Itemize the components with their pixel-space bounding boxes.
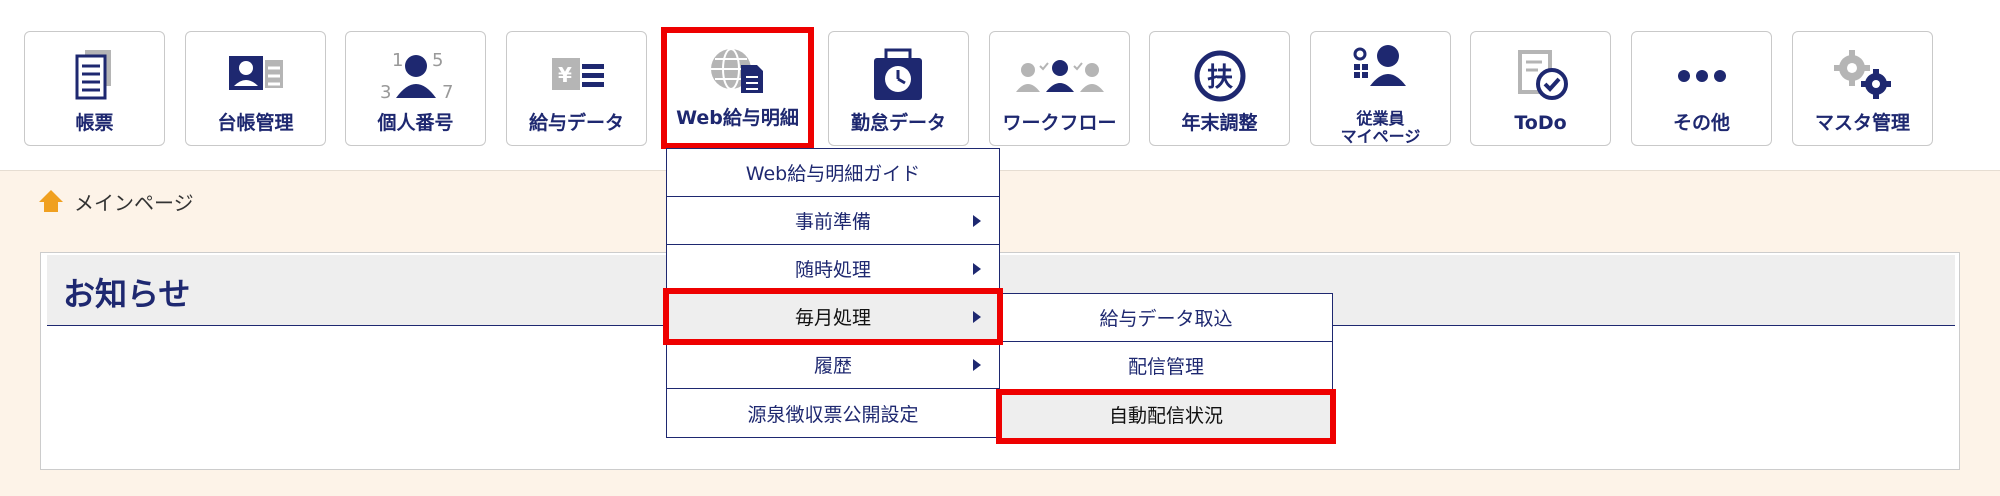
toolbar-button-label: 従業員 マイページ (1311, 110, 1450, 146)
toolbar-button-todo[interactable]: ToDo (1470, 31, 1611, 146)
toolbar-button-label-line2: マイページ (1340, 127, 1421, 146)
menu-item-preparation[interactable]: 事前準備 (667, 197, 999, 245)
toolbar-button-label: 年末調整 (1181, 112, 1258, 134)
menu-item-history[interactable]: 履歴 (667, 341, 999, 389)
toolbar-button-label-line1: 従業員 (1356, 109, 1405, 128)
todo-icon (1471, 46, 1610, 106)
svg-text:1: 1 (392, 50, 403, 71)
monthly-processing-submenu: 給与データ取込 配信管理 自動配信状況 (999, 293, 1333, 438)
svg-text:扶: 扶 (1206, 63, 1232, 93)
toolbar-button-workflow[interactable]: ワークフロー (989, 31, 1130, 146)
toolbar-button-personal-number[interactable]: 1537 個人番号 (345, 31, 486, 146)
toolbar-button-label: Web給与明細 (676, 107, 799, 129)
year-end-adjustment-icon: 扶 (1150, 46, 1289, 106)
toolbar-button-label: その他 (1672, 112, 1730, 134)
report-icon (25, 46, 164, 106)
toolbar-button-label: 帳票 (75, 112, 114, 134)
submenu-item-delivery-management[interactable]: 配信管理 (1000, 342, 1332, 390)
toolbar-button-master-settings[interactable]: マスタ管理 (1792, 31, 1933, 146)
more-icon (1632, 46, 1771, 106)
submenu-item-auto-delivery-status[interactable]: 自動配信状況 (1000, 390, 1332, 438)
svg-text:¥: ¥ (558, 63, 572, 87)
home-icon (39, 190, 63, 212)
main-toolbar: 帳票 台帳管理 1537 個人番号 ¥ 給与データ Web給与明細 勤怠データ (0, 0, 2000, 171)
toolbar-button-reports[interactable]: 帳票 (24, 31, 165, 146)
toolbar-button-employee-mypage[interactable]: 従業員 マイページ (1310, 31, 1451, 146)
svg-text:5: 5 (432, 50, 443, 71)
toolbar-button-more[interactable]: その他 (1631, 31, 1772, 146)
menu-item-label: 履歴 (813, 355, 852, 377)
submenu-arrow-icon (973, 215, 981, 227)
toolbar-button-label: 台帳管理 (217, 112, 294, 134)
web-payslip-dropdown-menu: Web給与明細ガイド 事前準備 随時処理 毎月処理 履歴 源泉徴収票公開設定 (666, 148, 1000, 438)
submenu-item-label: 給与データ取込 (1099, 308, 1233, 330)
menu-item-ad-hoc-processing[interactable]: 随時処理 (667, 245, 999, 293)
menu-item-web-payslip-guide[interactable]: Web給与明細ガイド (667, 149, 999, 197)
menu-item-label: Web給与明細ガイド (745, 163, 921, 185)
notice-title: お知らせ (63, 275, 191, 313)
menu-item-withholding-slip-settings[interactable]: 源泉徴収票公開設定 (667, 389, 999, 437)
submenu-arrow-icon (973, 311, 981, 323)
master-settings-icon (1793, 46, 1932, 106)
workflow-icon (990, 46, 1129, 106)
toolbar-button-ledger[interactable]: 台帳管理 (185, 31, 326, 146)
submenu-item-label: 自動配信状況 (1108, 404, 1223, 427)
employee-mypage-icon (1311, 40, 1450, 100)
breadcrumb-home-link[interactable]: メインページ (74, 187, 194, 216)
toolbar-button-label: マスタ管理 (1814, 112, 1910, 134)
submenu-item-label: 配信管理 (1127, 356, 1204, 378)
toolbar-button-web-payslip[interactable]: Web給与明細 (661, 27, 814, 149)
toolbar-button-year-end[interactable]: 扶 年末調整 (1149, 31, 1290, 146)
salary-data-icon: ¥ (507, 46, 646, 106)
svg-text:7: 7 (442, 82, 453, 103)
toolbar-button-salary-data[interactable]: ¥ 給与データ (506, 31, 647, 146)
svg-text:3: 3 (380, 82, 391, 103)
toolbar-button-label: ToDo (1514, 112, 1567, 134)
attendance-icon (829, 46, 968, 106)
menu-item-label: 事前準備 (794, 211, 871, 233)
menu-item-label: 随時処理 (794, 259, 871, 281)
toolbar-button-label: 個人番号 (377, 112, 454, 134)
menu-item-label: 毎月処理 (794, 307, 871, 329)
menu-item-label: 源泉徴収票公開設定 (747, 403, 919, 426)
personal-number-icon: 1537 (346, 46, 485, 106)
toolbar-button-label: 勤怠データ (850, 112, 946, 134)
submenu-item-salary-data-import[interactable]: 給与データ取込 (1000, 294, 1332, 342)
web-payslip-icon (667, 41, 808, 101)
toolbar-button-label: ワークフロー (1002, 112, 1117, 134)
toolbar-button-label: 給与データ (528, 112, 624, 134)
submenu-arrow-icon (973, 263, 981, 275)
menu-item-monthly-processing[interactable]: 毎月処理 (667, 293, 999, 341)
submenu-arrow-icon (973, 359, 981, 371)
breadcrumb: メインページ (38, 186, 194, 216)
ledger-icon (186, 46, 325, 106)
toolbar-button-attendance[interactable]: 勤怠データ (828, 31, 969, 146)
